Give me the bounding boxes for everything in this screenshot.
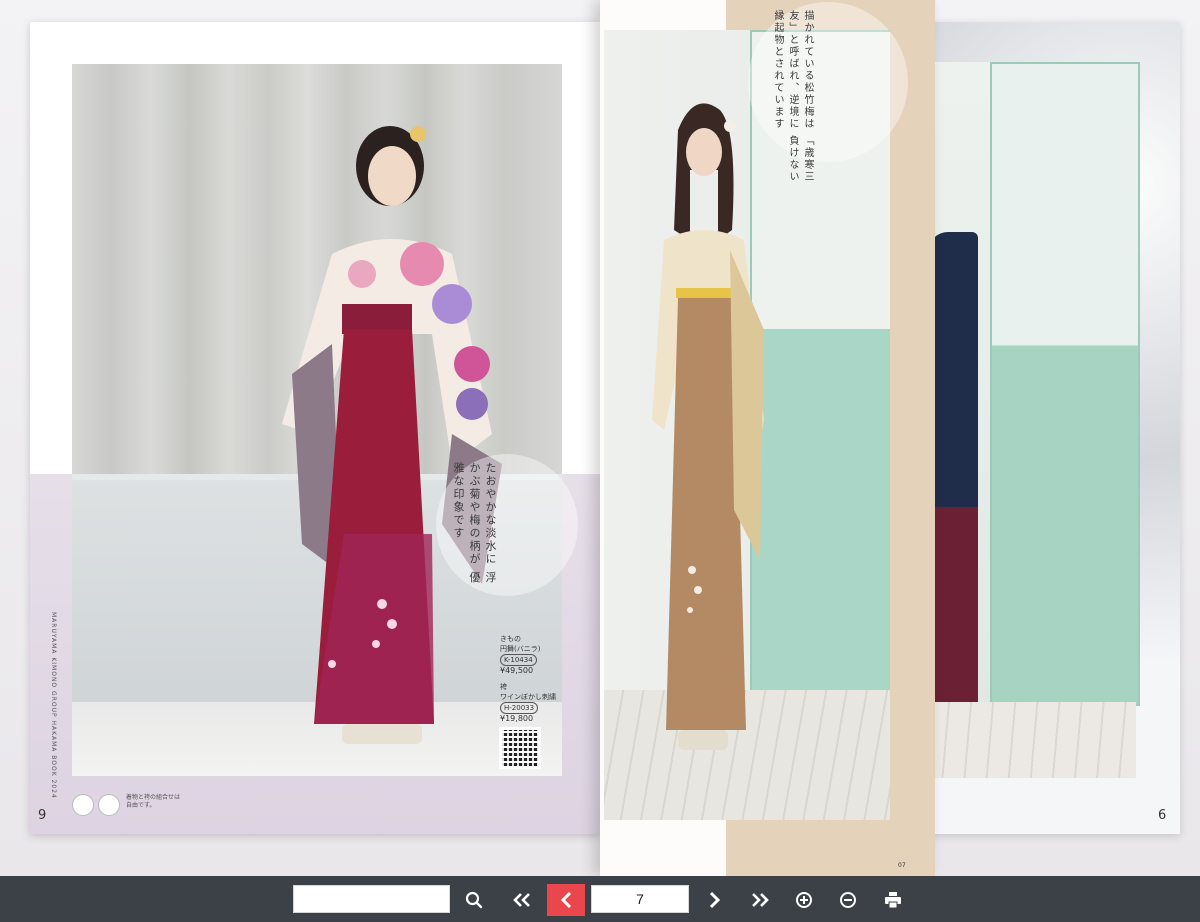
footer-note-line-1: 着物と袴の組合せは: [126, 794, 181, 801]
search-input[interactable]: [293, 885, 450, 913]
hakama-label: 袴: [500, 683, 507, 691]
zoom-in-icon: [796, 892, 812, 908]
right-page-number: 6: [1158, 808, 1167, 823]
coordinate-icon-2: [98, 794, 120, 816]
right-page-photo: [928, 62, 1140, 778]
kimono-price: ¥49,500: [500, 666, 534, 675]
hakama-code: H-20033: [500, 702, 539, 714]
next-page-button[interactable]: [696, 885, 734, 915]
print-button[interactable]: [874, 885, 912, 915]
hakama-price: ¥19,800: [500, 714, 534, 723]
zoom-out-icon: [840, 892, 856, 908]
model-partial-image: [928, 232, 978, 732]
right-page[interactable]: 6: [900, 22, 1180, 834]
footer-note-line-2: 自由です。: [126, 802, 156, 809]
left-page[interactable]: たおやかな淡水に 浮かぶ菊や梅の柄が 優雅な印象です きもの 円舞(バニラ) K…: [30, 22, 600, 834]
spine-text: MARUYAMA KIMONO GROUP HAKAMA BOOK 2024: [50, 612, 57, 799]
zoom-in-button[interactable]: [785, 885, 823, 915]
flip-page-number: 07: [898, 862, 906, 869]
left-caption-vertical: たおやかな淡水に 浮かぶ菊や梅の柄が 優雅な印象です: [452, 462, 497, 585]
flipbook-stage: たおやかな淡水に 浮かぶ菊や梅の柄が 優雅な印象です きもの 円舞(バニラ) K…: [0, 0, 1200, 876]
product-info: きもの 円舞(バニラ) K-10434 ¥49,500 袴 ワインぼかし刺繍 H…: [500, 634, 564, 738]
last-page-button[interactable]: [741, 885, 779, 915]
flipping-page[interactable]: 描かれている松竹梅は 「歳寒三友」と呼ばれ、逆境に 負けない縁起物とされています…: [600, 0, 935, 876]
kimono-code: K-10434: [500, 654, 537, 666]
coordinate-icon: [72, 794, 94, 816]
kimono-label: きもの: [500, 635, 521, 643]
search-button[interactable]: [455, 885, 493, 915]
model-in-beige-hakama-image: [652, 103, 764, 750]
print-icon: [885, 892, 901, 909]
right-floor: [928, 702, 1136, 778]
zoom-out-button[interactable]: [829, 885, 867, 915]
hakama-name: ワインぼかし刺繍: [500, 693, 556, 701]
page-number-input[interactable]: 7: [591, 885, 689, 913]
first-page-button[interactable]: [503, 885, 541, 915]
kimono-name: 円舞(バニラ): [500, 645, 541, 653]
previous-page-button[interactable]: [547, 884, 585, 916]
flip-caption-vertical: 描かれている松竹梅は 「歳寒三友」と呼ばれ、逆境に 負けない縁起物とされています: [772, 10, 813, 184]
footer-note: 着物と袴の組合せは 自由です。: [126, 794, 180, 810]
door-image: [990, 62, 1140, 706]
chevron-left-icon: [560, 891, 572, 909]
chevron-right-icon: [709, 891, 721, 909]
left-page-photo: [72, 64, 562, 776]
double-chevron-right-icon: [752, 893, 769, 907]
left-page-number: 9: [38, 808, 47, 823]
double-chevron-left-icon: [513, 893, 530, 907]
search-icon: [465, 891, 483, 909]
qr-code[interactable]: [499, 727, 541, 769]
